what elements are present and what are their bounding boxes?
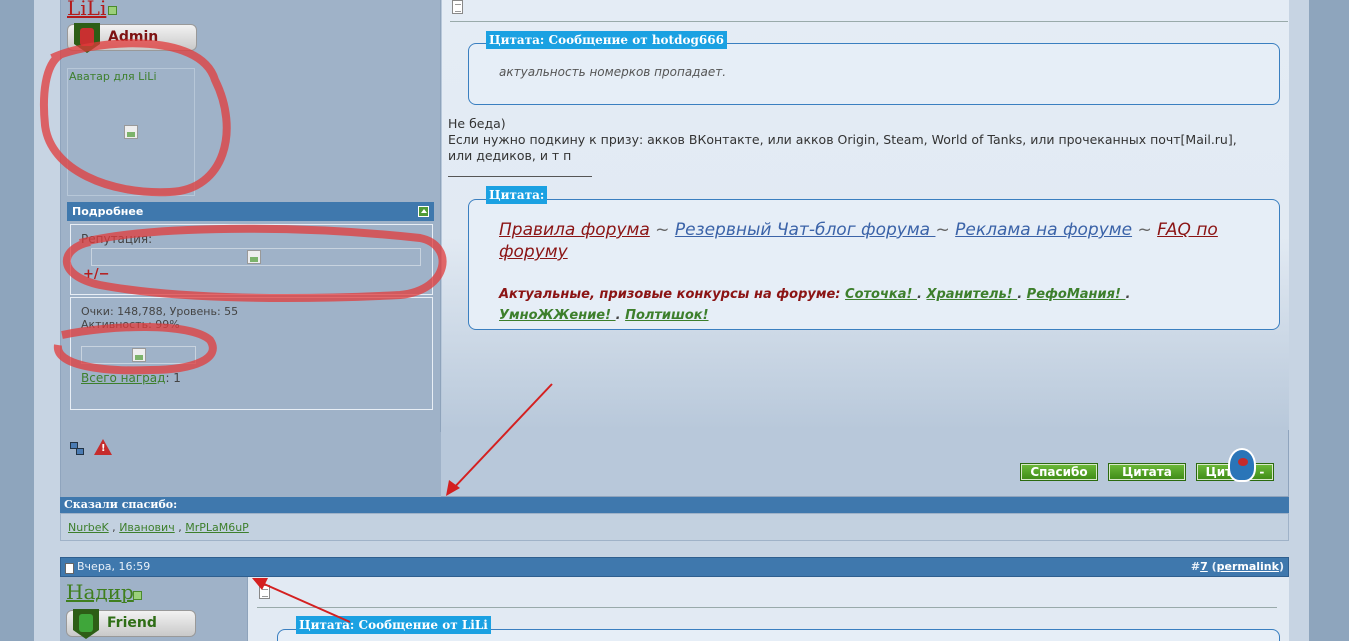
reply-balloon-icon[interactable] [1228,448,1256,482]
page-background-left [0,0,34,641]
reputation-label: Репутация: [81,232,153,246]
message-line: Не беда) [448,116,506,131]
awards-link[interactable]: Всего наград [81,371,165,385]
quote-title: Цитата: Сообщение от LiLi [296,616,491,634]
post-hash: # [1190,560,1201,573]
quote-text: актуальность номерков пропадает. [499,65,727,79]
post-message-panel: Цитата: Сообщение от LiLi [248,577,1289,641]
thanks-user-link[interactable]: NurbeK [68,521,109,534]
post-document-icon [259,585,270,599]
quote-button[interactable]: Цитата [1108,463,1186,481]
permalink-link[interactable]: permalink [1217,560,1279,573]
report-warning-icon[interactable]: ! [94,439,112,455]
contests-label: Актуальные, призовые конкурсы на форуме: [499,287,841,302]
contest-link[interactable]: Полтишок! [625,308,708,323]
user-stats-box: Очки: 148,788, Уровень: 55 Активность: 9… [70,297,433,410]
contest-link[interactable]: Соточка! [845,287,917,302]
contest-link[interactable]: Хранитель! [926,287,1017,302]
signature-quote-block: Правила форума ~ Резервный Чат-блог фору… [468,199,1280,330]
rank-badge: Admin [67,23,197,53]
message-body: Не беда) Если нужно подкину к призу: акк… [448,116,1284,164]
post-header: Вчера, 16:59 #7 (permalink) [60,557,1289,577]
post-user-panel: Надир Friend [60,577,248,641]
message-line: Если нужно подкину к призу: акков ВКонта… [448,132,1237,147]
broken-image-icon [124,125,138,139]
reputation-vote-icon[interactable]: +/− [83,267,110,282]
page-background-right [1309,0,1349,641]
signature-quote-title: Цитата: [486,186,548,204]
message-line: или дедиков, и т п [448,148,572,163]
post-separator [257,607,1277,608]
forum-page: LiLi Admin Аватар для LiLi Подробнее Реп… [34,0,1309,641]
rank-label: Admin [108,29,159,45]
awards-image [81,346,196,364]
post-username[interactable]: LiLi [67,0,106,20]
avatar: Аватар для LiLi [67,68,195,196]
details-section-header: Подробнее [67,202,434,221]
reputation-bar [91,248,421,266]
link-separator: ~ [649,220,675,240]
broken-image-icon [247,250,261,264]
post-document-icon [65,563,74,574]
collapse-toggle-icon[interactable] [418,206,429,217]
post-username[interactable]: Надир [66,580,134,604]
contest-separator: . [916,287,922,302]
activity-text: Активность: 99% [81,318,180,331]
link-separator: ~ [935,220,956,240]
thanks-button[interactable]: Спасибо [1020,463,1098,481]
thanks-user-link[interactable]: Иванович [119,521,175,534]
rules-link[interactable]: Правила форума [499,220,650,240]
points-level-text: Очки: 148,788, Уровень: 55 [81,305,239,318]
forum-post: LiLi Admin Аватар для LiLi Подробнее Реп… [60,0,1289,497]
contest-separator: . [1017,287,1023,302]
rank-badge: Friend [66,609,196,639]
post-user-footer: ! [61,432,441,497]
awards-count: Всего наград: 1 [81,371,181,385]
contests-block: Актуальные, призовые конкурсы на форуме:… [499,284,1259,326]
contest-separator: . [615,308,621,323]
signature-links: Правила форума ~ Резервный Чат-блог фору… [499,219,1259,263]
contest-separator: . [1125,287,1131,302]
details-header-label: Подробнее [72,205,144,218]
rank-shield-icon [73,609,99,639]
rank-label: Friend [107,615,157,631]
broken-image-icon [132,348,146,362]
chat-blog-link[interactable]: Резервный Чат-блог форума [675,220,936,240]
awards-number: : 1 [165,371,181,385]
quote-title: Цитата: Сообщение от hotdog666 [486,31,727,49]
ads-link[interactable]: Реклама на форуме [955,220,1132,240]
thanks-header: Сказали спасибо: [60,497,1289,513]
signature-separator [448,176,592,177]
network-icon[interactable] [69,441,84,455]
post-number: #7 (permalink) [1190,560,1284,573]
post-separator [450,21,1288,22]
avatar-caption: Аватар для LiLi [69,70,157,83]
thanks-separator: , [174,521,186,534]
post-message-panel: актуальность номерков пропадает. Цитата:… [442,0,1289,430]
contest-link[interactable]: УмноЖЖение! [499,308,616,323]
quote-block: актуальность номерков пропадает. [468,43,1280,105]
post-date: Вчера, 16:59 [77,560,151,573]
online-status-icon [108,6,117,15]
thanks-list: NurbeK , Иванович , MrPLaM6uP [60,513,1289,541]
post-document-icon [452,0,463,14]
reputation-box: Репутация: +/− [70,224,433,295]
contest-link[interactable]: РефоМания! [1027,287,1126,302]
online-status-icon [133,591,142,600]
post-number-link[interactable]: 7 [1200,560,1208,573]
thanks-separator: , [108,521,120,534]
rank-shield-icon [74,23,100,53]
post-user-panel: LiLi Admin Аватар для LiLi Подробнее Реп… [61,0,441,497]
thanks-user-link[interactable]: MrPLaM6uP [185,521,249,534]
link-separator: ~ [1132,220,1158,240]
